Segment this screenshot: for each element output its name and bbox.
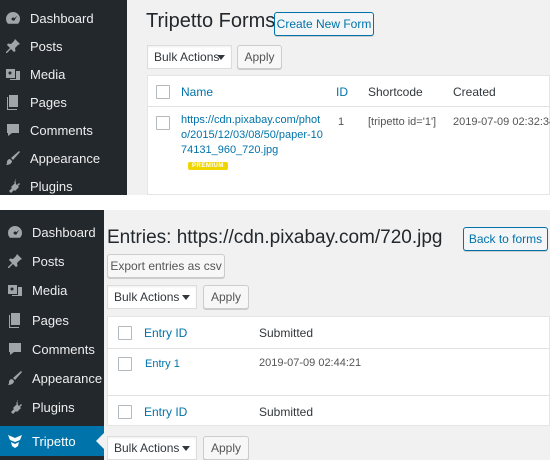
page-title: Entries: https://cdn.pixabay.com/720.jpg	[107, 227, 443, 248]
menu-item-plugins[interactable]: Plugins	[0, 393, 104, 421]
forms-table: Name ID Shortcode Created https://cdn.pi…	[147, 75, 550, 195]
menu-item-media[interactable]: Media	[0, 60, 127, 88]
menu-label: Media	[32, 282, 68, 298]
brush-icon	[6, 369, 24, 387]
tripetto-icon	[6, 432, 24, 450]
header-divider	[108, 348, 549, 349]
menu-label: Plugins	[32, 399, 75, 415]
menu-label: Comments	[30, 122, 93, 138]
column-submitted: Submitted	[259, 326, 314, 340]
chevron-down-icon	[182, 446, 190, 451]
menu-label: Posts	[32, 253, 65, 269]
menu-label: Dashboard	[32, 224, 96, 240]
menu-label: Media	[30, 66, 66, 82]
menu-item-posts[interactable]: Posts	[0, 247, 104, 275]
row-checkbox[interactable]	[156, 116, 170, 130]
form-id: 1	[338, 116, 345, 128]
pin-icon	[4, 37, 22, 55]
menu-label: Comments	[32, 341, 95, 357]
footer-column-submitted: Submitted	[259, 405, 314, 419]
column-entry-id[interactable]: Entry ID	[144, 326, 187, 340]
media-icon	[6, 281, 24, 299]
menu-item-dashboard[interactable]: Dashboard	[0, 4, 127, 32]
menu-label: Pages	[30, 94, 67, 110]
footer-column-entry-id[interactable]: Entry ID	[144, 405, 187, 419]
select-all-checkbox[interactable]	[118, 326, 132, 340]
bulk-actions-value: Bulk Actions	[154, 50, 220, 64]
chevron-down-icon	[182, 295, 190, 300]
column-name[interactable]: Name	[181, 85, 213, 99]
bulk-actions-select[interactable]: Bulk Actions	[107, 285, 197, 309]
bulk-actions-value: Bulk Actions	[114, 441, 180, 455]
bulk-actions-select[interactable]: Bulk Actions	[147, 45, 232, 69]
column-shortcode: Shortcode	[368, 85, 423, 99]
header-divider	[148, 106, 549, 107]
dashboard-icon	[6, 223, 24, 241]
menu-item-appearance[interactable]: Appearance	[0, 364, 104, 392]
select-all-checkbox[interactable]	[156, 85, 170, 99]
brush-icon	[4, 149, 22, 167]
forms-list-screen: Dashboard Posts Media Pages Comments App…	[0, 0, 550, 195]
create-new-form-button[interactable]: Create New Form	[274, 12, 374, 36]
bulk-actions-value: Bulk Actions	[114, 290, 180, 304]
menu-item-tripetto[interactable]: Tripetto	[0, 426, 104, 456]
menu-item-media[interactable]: Media	[0, 276, 104, 304]
menu-label: Appearance	[30, 150, 101, 166]
menu-label: Appearance	[32, 370, 103, 386]
chevron-down-icon	[217, 55, 225, 60]
premium-badge: PREMIUM	[188, 162, 228, 170]
export-csv-button[interactable]: Export entries as csv	[107, 254, 225, 278]
footer-divider	[108, 395, 549, 396]
menu-item-plugins[interactable]: Plugins	[0, 172, 127, 195]
entries-table: Entry ID Submitted Entry 1 2019-07-09 02…	[107, 316, 550, 426]
apply-button[interactable]: Apply	[203, 285, 249, 309]
media-icon	[4, 65, 22, 83]
row-checkbox[interactable]	[118, 357, 132, 371]
comment-icon	[4, 121, 22, 139]
menu-item-comments[interactable]: Comments	[0, 116, 127, 144]
bottom-bulk-actions-select[interactable]: Bulk Actions	[107, 436, 197, 460]
comment-icon	[6, 340, 24, 358]
main-content: Tripetto Forms Create New Form Bulk Acti…	[127, 0, 550, 195]
menu-label: Posts	[30, 38, 63, 54]
menu-label: Plugins	[30, 178, 73, 194]
entry-link[interactable]: Entry 1	[145, 357, 180, 372]
column-created: Created	[453, 85, 496, 99]
pages-icon	[6, 311, 24, 329]
menu-label: Tripetto	[32, 433, 76, 449]
main-content: Entries: https://cdn.pixabay.com/720.jpg…	[104, 210, 550, 460]
screenshot-separator	[0, 195, 550, 210]
select-all-footer-checkbox[interactable]	[118, 405, 132, 419]
entry-submitted: 2019-07-09 02:44:21	[259, 357, 362, 369]
apply-button[interactable]: Apply	[237, 45, 282, 69]
menu-label: Pages	[32, 312, 69, 328]
menu-item-dashboard[interactable]: Dashboard	[0, 218, 104, 246]
menu-label: Dashboard	[30, 10, 94, 26]
entries-screen: Dashboard Posts Media Pages Comments App…	[0, 210, 550, 460]
admin-sidebar: Dashboard Posts Media Pages Comments App…	[0, 210, 104, 460]
page-title: Tripetto Forms	[146, 10, 276, 32]
bottom-apply-button[interactable]: Apply	[203, 436, 249, 460]
menu-item-pages[interactable]: Pages	[0, 306, 104, 334]
column-id[interactable]: ID	[336, 85, 348, 99]
pages-icon	[4, 93, 22, 111]
dashboard-icon	[4, 9, 22, 27]
back-to-forms-button[interactable]: Back to forms	[463, 227, 548, 251]
form-name-link[interactable]: https://cdn.pixabay.com/photo/2015/12/03…	[181, 113, 326, 158]
form-created: 2019-07-09 02:32:34	[453, 116, 550, 128]
plugin-icon	[4, 177, 22, 195]
admin-sidebar: Dashboard Posts Media Pages Comments App…	[0, 0, 127, 195]
menu-item-comments[interactable]: Comments	[0, 335, 104, 363]
plugin-icon	[6, 398, 24, 416]
form-shortcode: [tripetto id='1']	[368, 116, 437, 128]
menu-item-appearance[interactable]: Appearance	[0, 144, 127, 172]
menu-item-posts[interactable]: Posts	[0, 32, 127, 60]
menu-item-pages[interactable]: Pages	[0, 88, 127, 116]
pin-icon	[6, 252, 24, 270]
